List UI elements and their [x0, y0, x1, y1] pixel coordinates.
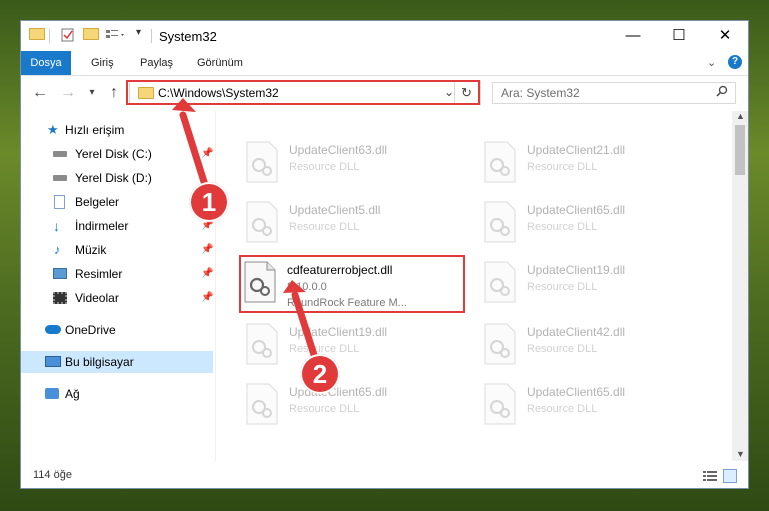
arrow-1 [179, 111, 209, 189]
arrow-2 [291, 291, 318, 359]
step-1-badge: 1 [189, 182, 229, 222]
annotation-arrows [172, 98, 318, 359]
step-2-badge: 2 [300, 354, 340, 394]
arrow-1-head [172, 98, 196, 112]
arrow-2-head [283, 280, 306, 293]
